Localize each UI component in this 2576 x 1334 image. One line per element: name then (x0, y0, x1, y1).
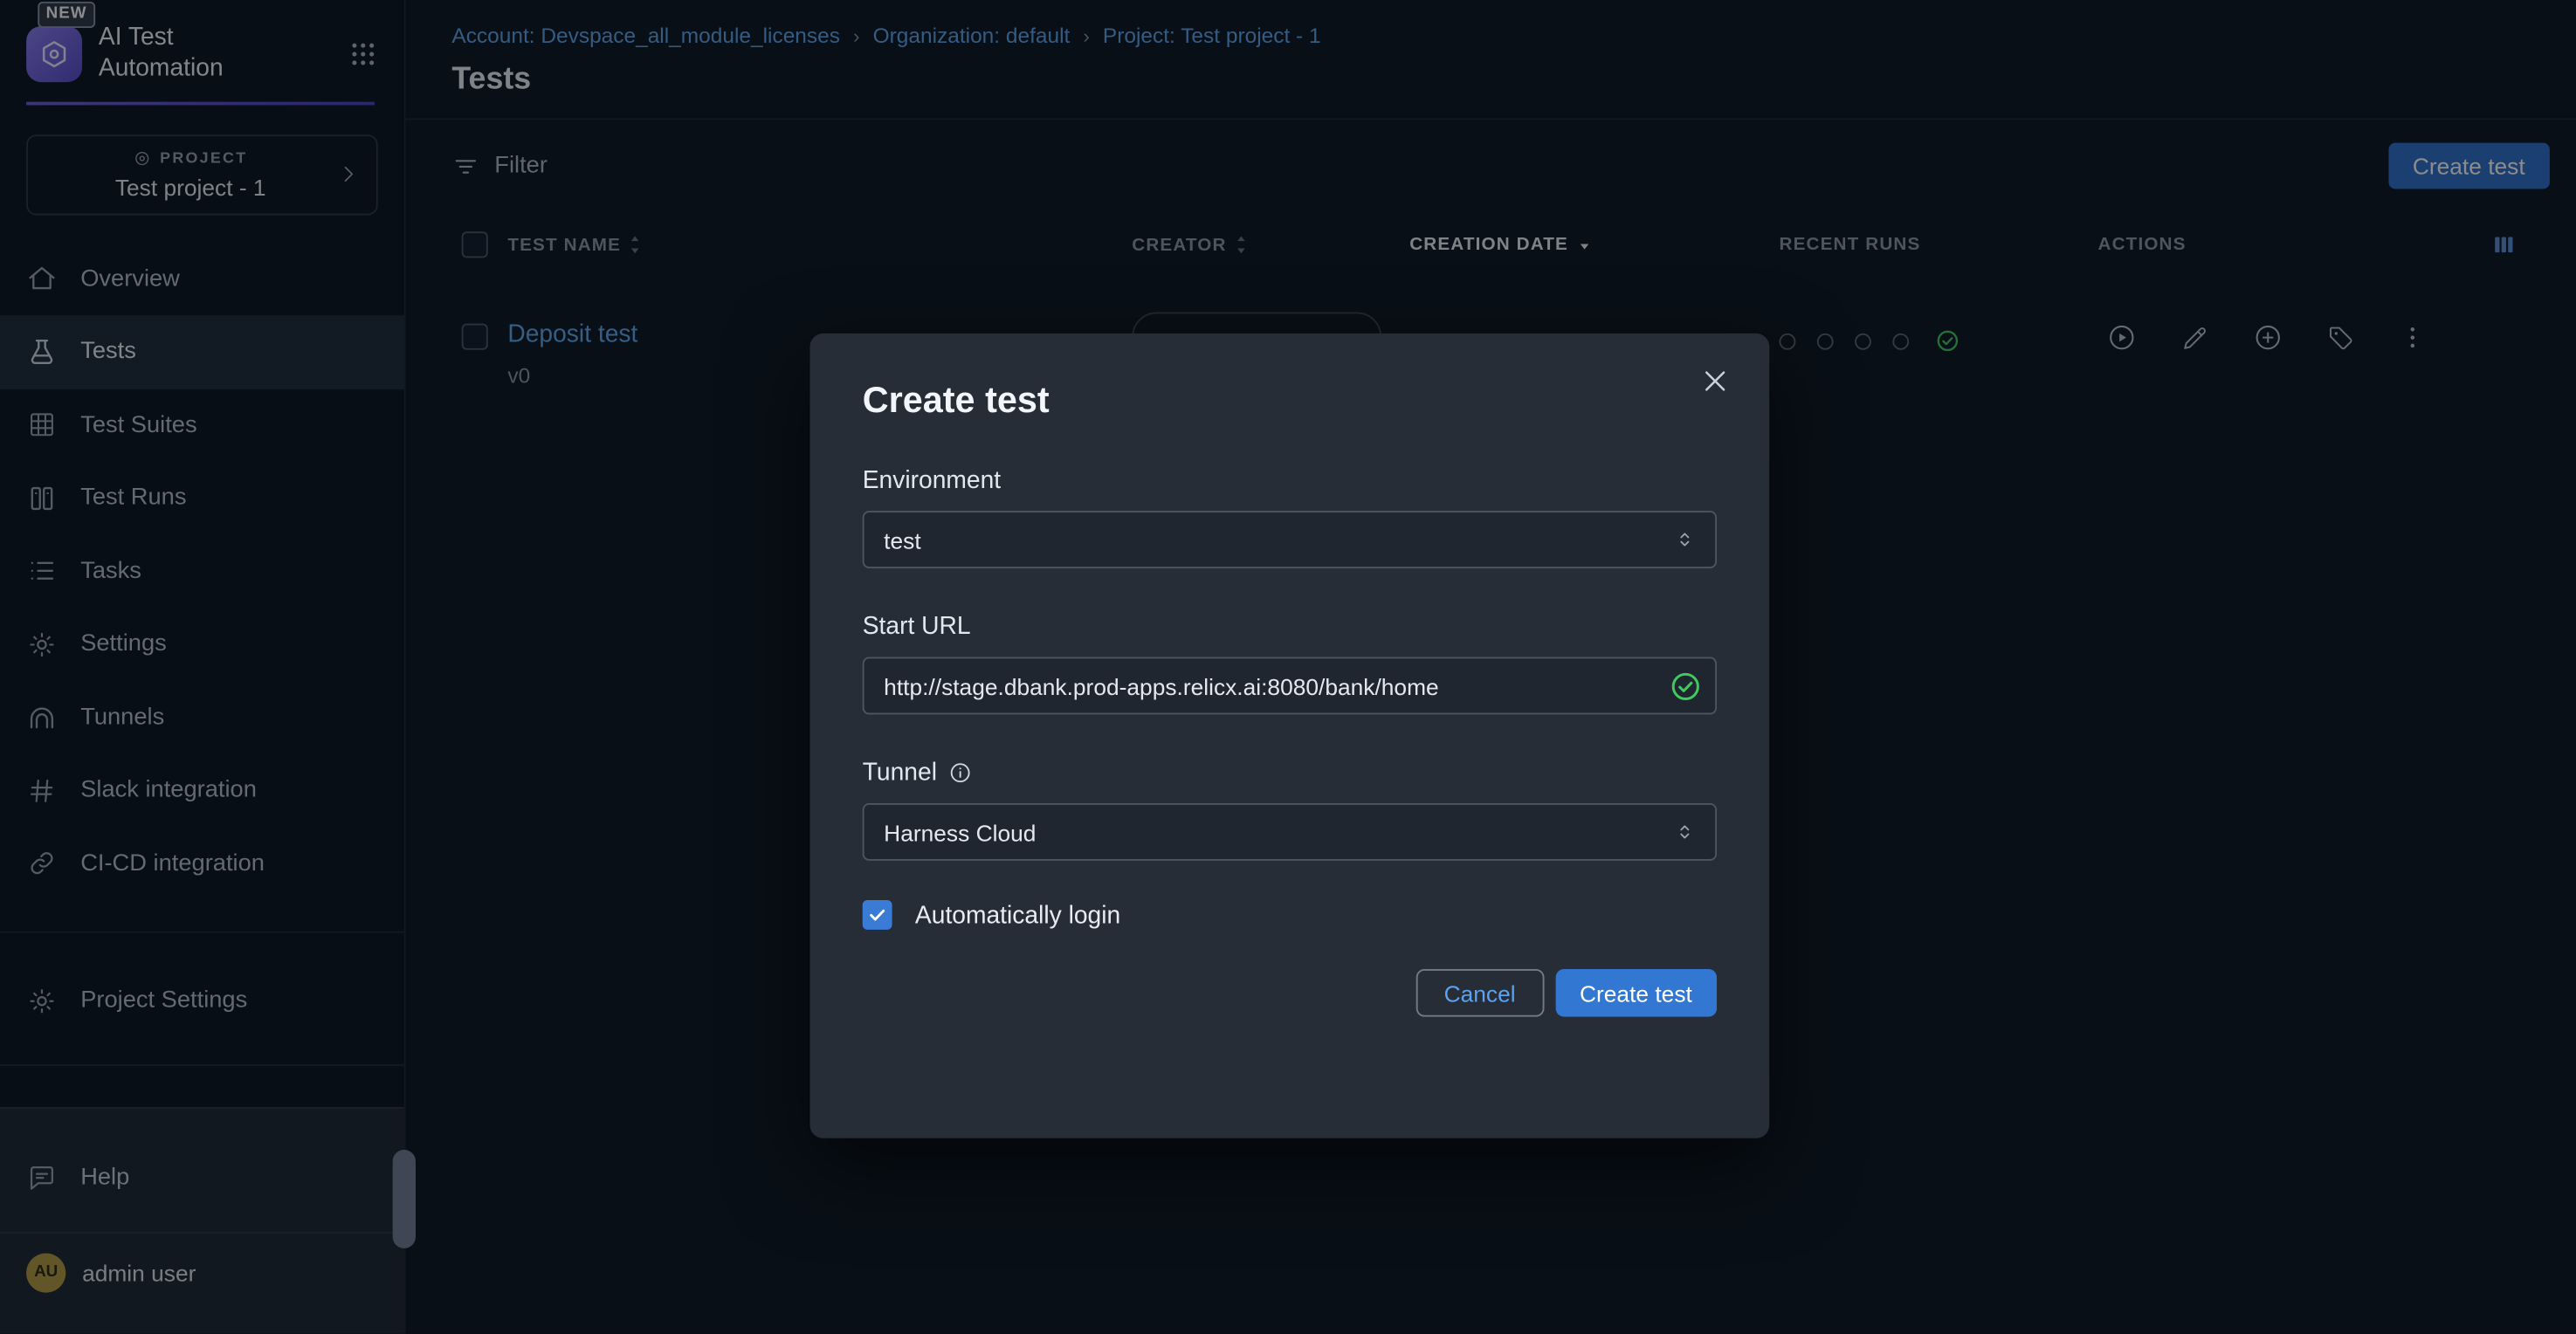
chevron-updown-icon (1674, 529, 1695, 550)
close-icon[interactable] (1694, 360, 1737, 402)
tunnel-select[interactable]: Harness Cloud (863, 803, 1717, 861)
chevron-updown-icon (1674, 822, 1695, 842)
cancel-button[interactable]: Cancel (1416, 969, 1544, 1017)
valid-check-icon (1669, 670, 1702, 703)
create-test-dialog: Create test Environment test Start URL T… (810, 334, 1770, 1138)
tunnel-value: Harness Cloud (884, 819, 1036, 845)
submit-create-test-button[interactable]: Create test (1555, 969, 1717, 1017)
tunnel-label-row: Tunnel (863, 759, 1717, 787)
start-url-field-wrap (863, 657, 1717, 715)
tunnel-label: Tunnel (863, 759, 937, 787)
dialog-title: Create test (863, 380, 1717, 423)
environment-select[interactable]: test (863, 511, 1717, 568)
dialog-actions: Cancel Create test (863, 969, 1717, 1017)
sidebar-collapse-handle[interactable] (393, 1150, 416, 1248)
start-url-input[interactable] (863, 657, 1717, 715)
info-icon[interactable] (948, 760, 973, 785)
start-url-label: Start URL (863, 613, 1717, 641)
auto-login-checkbox[interactable] (863, 900, 892, 930)
app-root: NEW AI Test Automation PROJECT Test proj… (0, 0, 2576, 1334)
environment-label: Environment (863, 466, 1717, 494)
environment-value: test (884, 526, 920, 553)
auto-login-row[interactable]: Automatically login (863, 900, 1717, 930)
auto-login-label: Automatically login (915, 901, 1120, 929)
